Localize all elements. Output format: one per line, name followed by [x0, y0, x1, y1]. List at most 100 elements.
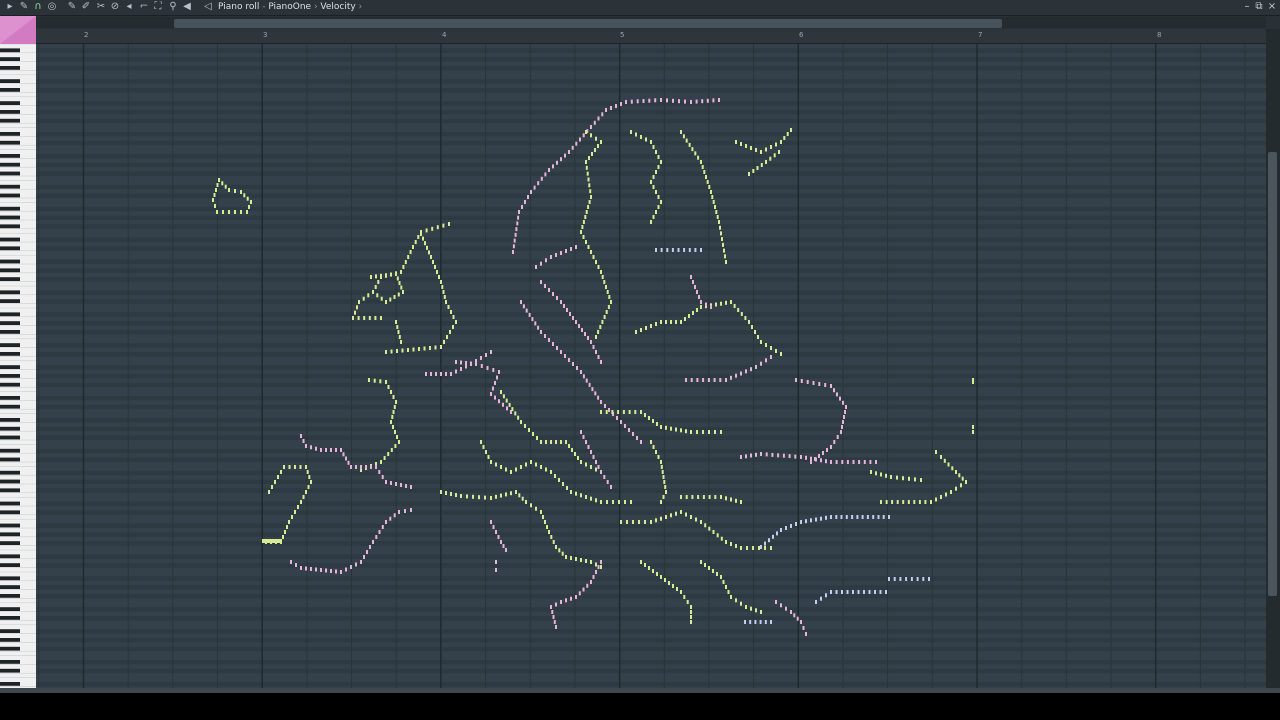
note [585, 160, 587, 164]
note [888, 515, 890, 519]
restore-icon[interactable]: ⧉ [1253, 1, 1265, 13]
vertical-scrollbar[interactable] [1266, 29, 1280, 688]
black-key [0, 206, 20, 211]
magnet-snap-icon[interactable]: ✎ [18, 1, 30, 13]
record-icon[interactable]: ◎ [46, 1, 58, 13]
note-grid[interactable] [36, 44, 1266, 688]
note [580, 230, 582, 234]
playback-tool-icon[interactable]: ⚲ [167, 1, 179, 13]
note [417, 235, 420, 239]
bar-number: 3 [263, 31, 268, 39]
tool-corner-button[interactable] [0, 16, 36, 44]
note [684, 317, 686, 321]
note [630, 130, 632, 134]
delete-tool-icon[interactable]: ✂ [95, 1, 107, 13]
pencil-tool-icon[interactable]: ✎ [66, 1, 78, 13]
black-key [0, 321, 20, 325]
black-key-row [36, 132, 1266, 137]
note [597, 265, 600, 269]
black-key [0, 246, 20, 251]
title-trailing-arrow[interactable]: › [356, 2, 363, 12]
note [496, 375, 498, 380]
note [449, 330, 451, 334]
note-grid-canvas[interactable] [36, 44, 1266, 688]
piano-roll-window: ▸ ✎ ∩ ◎ ✎ ✐ ✂ ⊘ ◂ ⌐ ⛶ ⚲ ◀ ◁ Piano roll -… [0, 0, 1280, 720]
note [480, 356, 482, 360]
note [530, 460, 532, 464]
note [712, 569, 714, 573]
note [548, 530, 550, 534]
note [720, 536, 723, 541]
note [835, 515, 838, 519]
note [891, 500, 894, 504]
black-key-row [36, 277, 1266, 282]
black-key-row [36, 374, 1266, 379]
horizontal-scrollbar[interactable] [36, 17, 1266, 28]
speaker-icon[interactable]: ◀ [181, 1, 193, 13]
note [535, 462, 537, 467]
sound-icon[interactable]: ◁ [202, 1, 214, 13]
playback-icon[interactable]: ∩ [32, 1, 44, 13]
note [725, 260, 727, 264]
note [434, 345, 437, 350]
note [342, 452, 345, 457]
keyboard-keys[interactable] [0, 44, 36, 688]
note [652, 145, 655, 149]
black-key-row [36, 563, 1266, 568]
note [528, 312, 531, 317]
zoom-tool-icon[interactable]: ⛶ [152, 1, 164, 13]
title-part-target[interactable]: Velocity [320, 2, 355, 12]
black-key [0, 585, 20, 589]
note [441, 285, 444, 289]
note [512, 250, 514, 254]
menu-arrow-icon[interactable]: ▸ [4, 1, 16, 13]
note [445, 300, 447, 304]
black-key [0, 365, 20, 369]
select-tool-icon[interactable]: ⌐ [138, 1, 150, 13]
note [735, 140, 737, 144]
note [720, 495, 722, 499]
note [711, 195, 714, 199]
note [558, 548, 561, 553]
note [590, 195, 592, 199]
paint-tool-icon[interactable]: ✐ [80, 1, 92, 13]
note [424, 241, 426, 246]
note [455, 360, 457, 364]
note [650, 180, 652, 184]
note [345, 567, 347, 572]
note [500, 540, 502, 544]
note [455, 320, 457, 324]
note [972, 380, 974, 384]
note [740, 546, 742, 550]
note [844, 410, 846, 414]
note [750, 367, 752, 372]
note [512, 244, 515, 249]
note [675, 427, 677, 432]
close-icon[interactable]: × [1266, 1, 1278, 13]
note [575, 245, 577, 249]
note [590, 450, 592, 454]
note [502, 394, 505, 399]
black-key-row [36, 523, 1266, 528]
note [608, 408, 610, 412]
note [756, 166, 759, 170]
note [426, 245, 428, 250]
mute-tool-icon[interactable]: ⊘ [109, 1, 121, 13]
note [446, 335, 448, 339]
note [692, 280, 694, 284]
note [563, 304, 565, 308]
note [379, 379, 382, 384]
slice-tool-icon[interactable]: ◂ [123, 1, 135, 13]
note [510, 491, 512, 496]
minimize-icon[interactable]: – [1241, 1, 1253, 13]
note [548, 338, 550, 342]
note [678, 99, 680, 104]
piano-keyboard[interactable] [0, 44, 38, 688]
vertical-scroll-thumb[interactable] [1268, 152, 1277, 596]
bar-ruler[interactable]: 2 3 4 5 6 7 8 [36, 29, 1268, 44]
note [300, 500, 302, 504]
note [305, 490, 307, 494]
note [757, 335, 759, 339]
note [665, 490, 667, 494]
horizontal-scroll-thumb[interactable] [174, 19, 1002, 28]
